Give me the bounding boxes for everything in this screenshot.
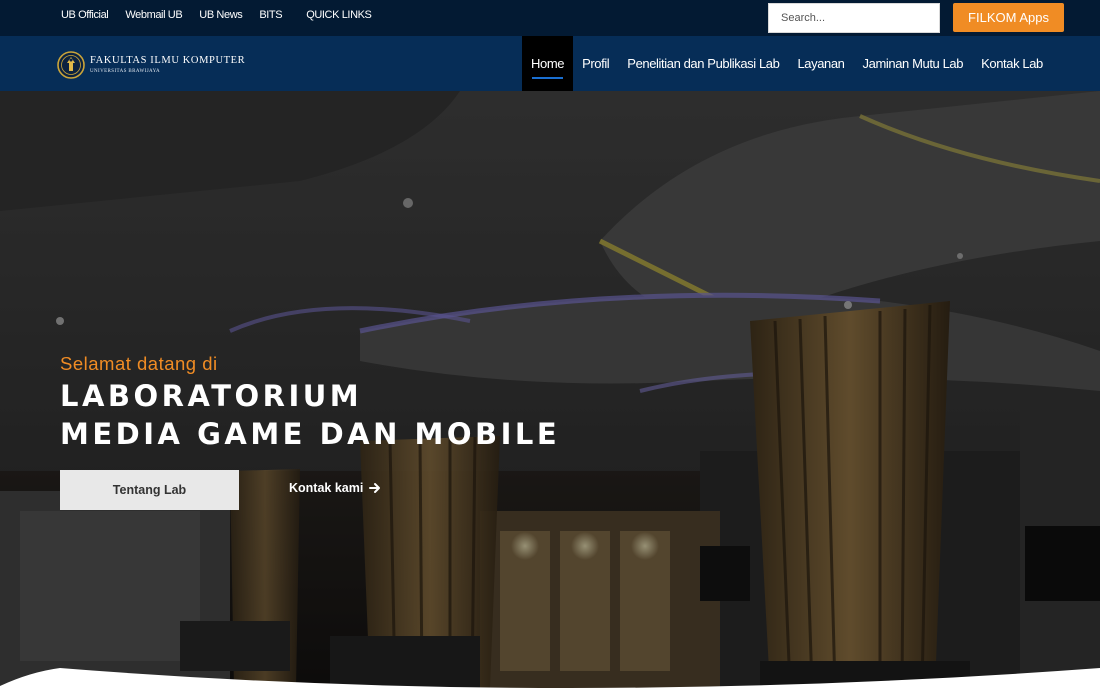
hero-section: Selamat datang di LABORATORIUM MEDIA GAM… <box>0 91 1100 688</box>
faculty-logo[interactable]: Fakultas Ilmu Komputer Universitas Brawi… <box>57 51 245 79</box>
link-quick-links[interactable]: QUICK LINKS <box>306 9 372 21</box>
link-bits[interactable]: BITS <box>259 9 282 21</box>
main-navbar: Fakultas Ilmu Komputer Universitas Brawi… <box>0 36 1100 91</box>
nav-item-profil[interactable]: Profil <box>573 36 618 91</box>
hero-title-line-2: MEDIA GAME DAN MOBILE <box>60 417 561 451</box>
arrow-right-icon <box>369 483 381 493</box>
brand-subtitle: Universitas Brawijaya <box>90 68 161 74</box>
link-ub-official[interactable]: UB Official <box>61 9 109 21</box>
nav-item-home[interactable]: Home <box>522 36 574 91</box>
top-utility-bar: UB Official Webmail UB UB News BITS QUIC… <box>0 0 1100 36</box>
nav-item-layanan[interactable]: Layanan <box>788 36 853 91</box>
contact-us-label: Kontak kami <box>289 481 364 495</box>
link-webmail-ub[interactable]: Webmail UB <box>125 9 182 21</box>
hero-greeting: Selamat datang di <box>60 353 218 374</box>
contact-us-link[interactable]: Kontak kami <box>289 481 381 495</box>
brand-title: Fakultas Ilmu Komputer <box>90 55 246 67</box>
nav-item-penelitian[interactable]: Penelitian dan Publikasi Lab <box>618 36 788 91</box>
hero-bottom-curve <box>0 668 1100 688</box>
nav-menu: Home Profil Penelitian dan Publikasi Lab… <box>522 36 1052 91</box>
filkom-apps-button[interactable]: FILKOM Apps <box>953 3 1064 32</box>
link-ub-news[interactable]: UB News <box>199 9 242 21</box>
search-input[interactable] <box>768 3 940 33</box>
top-links: UB Official Webmail UB UB News BITS QUIC… <box>61 9 389 21</box>
hero-content: Selamat datang di LABORATORIUM MEDIA GAM… <box>60 353 560 453</box>
nav-item-jaminan-mutu[interactable]: Jaminan Mutu Lab <box>854 36 973 91</box>
hero-title-line-1: LABORATORIUM <box>60 379 363 413</box>
nav-item-kontak[interactable]: Kontak Lab <box>972 36 1052 91</box>
hero-title: LABORATORIUM MEDIA GAME DAN MOBILE <box>60 377 560 453</box>
ub-crest-icon <box>57 51 85 79</box>
about-lab-button[interactable]: Tentang Lab <box>60 470 239 510</box>
